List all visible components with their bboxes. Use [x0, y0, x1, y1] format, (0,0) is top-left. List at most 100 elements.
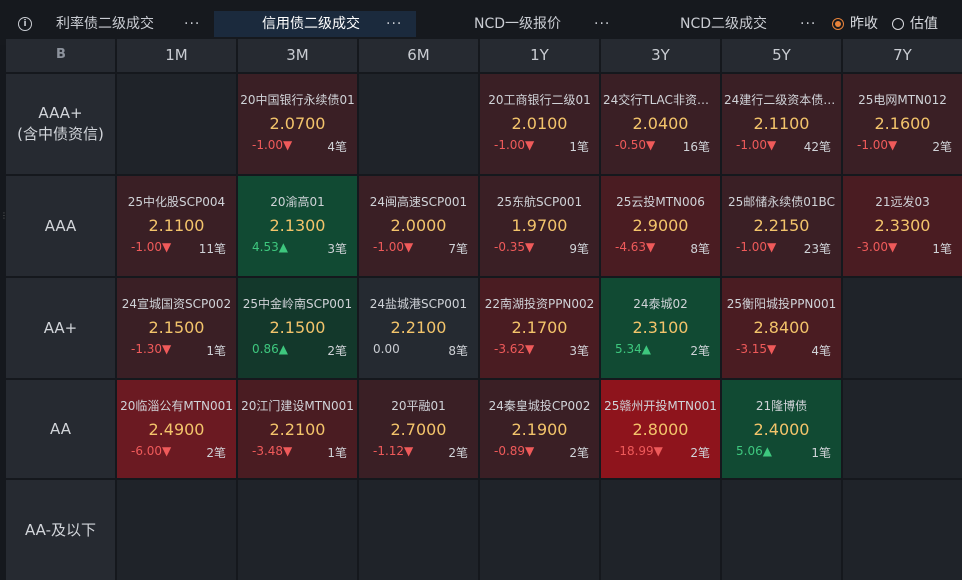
option-valuation[interactable]: 估值 [892, 11, 952, 37]
row-header-label: AAA+ [38, 104, 83, 122]
yield-change: 5.06▲ [736, 444, 772, 458]
trade-count: 1笔 [206, 344, 226, 358]
bond-name: 25电网MTN012 [858, 93, 947, 107]
tab-ncd-secondary[interactable]: NCD二级成交 ··· [618, 11, 820, 37]
bond-yield: 2.1900 [511, 420, 568, 439]
column-header-1m[interactable]: 1M [117, 39, 236, 72]
yield-change: -3.62▼ [494, 342, 535, 356]
yield-change: -0.35▼ [494, 240, 535, 254]
bond-cell[interactable]: 20工商银行二级01 2.0100 -1.00▼ 1笔 [480, 74, 599, 174]
more-icon[interactable]: ··· [800, 11, 816, 37]
bond-cell[interactable]: 25邮储永续债01BC 2.2150 -1.00▼ 23笔 [722, 176, 841, 276]
bond-cell[interactable]: 25东航SCP001 1.9700 -0.35▼ 9笔 [480, 176, 599, 276]
bond-yield: 2.2150 [753, 216, 810, 235]
tab-label: NCD一级报价 [474, 16, 562, 32]
tab-rate-bond-secondary[interactable]: 利率债二级成交 ··· [36, 11, 214, 37]
bond-cell[interactable]: 25中金岭南SCP001 2.1500 0.86▲ 2笔 [238, 278, 357, 378]
bond-name: 21隆博债 [755, 399, 808, 413]
bond-cell[interactable]: 21远发03 2.3300 -3.00▼ 1笔 [843, 176, 962, 276]
trade-count: 4笔 [811, 344, 831, 358]
tab-ncd-primary[interactable]: NCD一级报价 ··· [416, 11, 618, 37]
bond-cell[interactable]: 20平融01 2.7000 -1.12▼ 2笔 [359, 380, 478, 478]
row-header: AA [6, 380, 115, 478]
bond-name: 24建行二级资本债0... [724, 93, 839, 107]
bond-yield: 2.4000 [753, 420, 810, 439]
bond-yield: 2.7000 [390, 420, 447, 439]
bond-cell[interactable]: 25电网MTN012 2.1600 -1.00▼ 2笔 [843, 74, 962, 174]
bond-yield: 2.3300 [874, 216, 931, 235]
trade-count: 1笔 [569, 140, 589, 154]
bond-cell[interactable]: 25云投MTN006 2.9000 -4.63▼ 8笔 [601, 176, 720, 276]
bond-yield: 1.9700 [511, 216, 568, 235]
bond-cell[interactable]: 24闽高速SCP001 2.0000 -1.00▼ 7笔 [359, 176, 478, 276]
bond-name: 20平融01 [391, 399, 446, 413]
bond-yield: 2.1700 [511, 318, 568, 337]
empty-cell [722, 480, 841, 580]
bond-cell[interactable]: 22南湖投资PPN002 2.1700 -3.62▼ 3笔 [480, 278, 599, 378]
empty-cell [843, 278, 962, 378]
more-icon[interactable]: ··· [594, 11, 610, 37]
trade-count: 2笔 [448, 446, 468, 460]
bond-yield: 2.9000 [632, 216, 689, 235]
bond-cell[interactable]: 25衡阳城投PPN001 2.8400 -3.15▼ 4笔 [722, 278, 841, 378]
bond-name: 25赣州开投MTN001 [604, 399, 717, 413]
trade-count: 2笔 [206, 446, 226, 460]
tab-label: 信用债二级成交 [262, 16, 360, 32]
radio-icon[interactable] [892, 18, 904, 30]
column-header-6m[interactable]: 6M [359, 39, 478, 72]
bond-name: 20中国银行永续债01 [240, 93, 355, 107]
yield-change: -1.00▼ [736, 138, 777, 152]
empty-cell [601, 480, 720, 580]
column-header-1y[interactable]: 1Y [480, 39, 599, 72]
bond-name: 24盐城港SCP001 [369, 297, 468, 311]
bond-yield: 2.0000 [390, 216, 447, 235]
bond-yield: 2.1500 [269, 318, 326, 337]
yield-change: -1.30▼ [131, 342, 172, 356]
bond-yield: 2.1300 [269, 216, 326, 235]
bond-name: 21远发03 [875, 195, 930, 209]
column-header-5y[interactable]: 5Y [722, 39, 841, 72]
bond-name: 24闽高速SCP001 [369, 195, 468, 209]
bond-cell[interactable]: 20江门建设MTN001 2.2100 -3.48▼ 1笔 [238, 380, 357, 478]
tab-label: 利率债二级成交 [56, 16, 154, 32]
bond-cell[interactable]: 25赣州开投MTN001 2.8000 -18.99▼ 2笔 [601, 380, 720, 478]
yield-change: 0.86▲ [252, 342, 288, 356]
bond-cell[interactable]: 24泰城02 2.3100 5.34▲ 2笔 [601, 278, 720, 378]
bond-cell[interactable]: 24秦皇城投CP002 2.1900 -0.89▼ 2笔 [480, 380, 599, 478]
bond-cell[interactable]: 20中国银行永续债01 2.0700 -1.00▼ 4笔 [238, 74, 357, 174]
trade-count: 2笔 [327, 344, 347, 358]
matrix-corner: B [6, 39, 115, 72]
resize-handle[interactable]: ⋮ [0, 212, 8, 226]
column-header-3y[interactable]: 3Y [601, 39, 720, 72]
yield-change: -4.63▼ [615, 240, 656, 254]
bond-cell[interactable]: 24交行TLAC非资本... 2.0400 -0.50▼ 16笔 [601, 74, 720, 174]
info-icon[interactable]: i [18, 17, 32, 31]
bond-name: 25邮储永续债01BC [728, 195, 835, 209]
row-header-label: AA-及以下 [24, 520, 97, 539]
trade-count: 2笔 [690, 344, 710, 358]
more-icon[interactable]: ··· [184, 11, 200, 37]
radio-selected-icon[interactable] [832, 18, 844, 30]
bond-cell[interactable]: 24宣城国资SCP002 2.1500 -1.30▼ 1笔 [117, 278, 236, 378]
bond-cell[interactable]: 24盐城港SCP001 2.2100 0.00 8笔 [359, 278, 478, 378]
trade-count: 8笔 [448, 344, 468, 358]
yield-change: 5.34▲ [615, 342, 651, 356]
more-icon[interactable]: ··· [386, 11, 402, 37]
bond-cell[interactable]: 24建行二级资本债0... 2.1100 -1.00▼ 42笔 [722, 74, 841, 174]
trade-count: 8笔 [690, 242, 710, 256]
bond-name: 25中化股SCP004 [127, 195, 226, 209]
bond-name: 20临淄公有MTN001 [120, 399, 233, 413]
trade-count: 9笔 [569, 242, 589, 256]
bond-cell[interactable]: 21隆博债 2.4000 5.06▲ 1笔 [722, 380, 841, 478]
rating-tenor-matrix: B 1M 3M 6M 1Y 3Y 5Y 7Y AAA+ (含中债资信) 20中国银行永续债01 2.0… [6, 39, 962, 580]
trade-count: 1笔 [327, 446, 347, 460]
yield-change: -0.50▼ [615, 138, 656, 152]
option-prev-close[interactable]: 昨收 [832, 11, 892, 37]
column-header-7y[interactable]: 7Y [843, 39, 962, 72]
bond-cell[interactable]: 25中化股SCP004 2.1100 -1.00▼ 11笔 [117, 176, 236, 276]
column-header-3m[interactable]: 3M [238, 39, 357, 72]
bond-yield: 2.8000 [632, 420, 689, 439]
bond-cell[interactable]: 20临淄公有MTN001 2.4900 -6.00▼ 2笔 [117, 380, 236, 478]
bond-cell[interactable]: 20渝高01 2.1300 4.53▲ 3笔 [238, 176, 357, 276]
tab-credit-bond-secondary[interactable]: 信用债二级成交 ··· [214, 11, 416, 37]
